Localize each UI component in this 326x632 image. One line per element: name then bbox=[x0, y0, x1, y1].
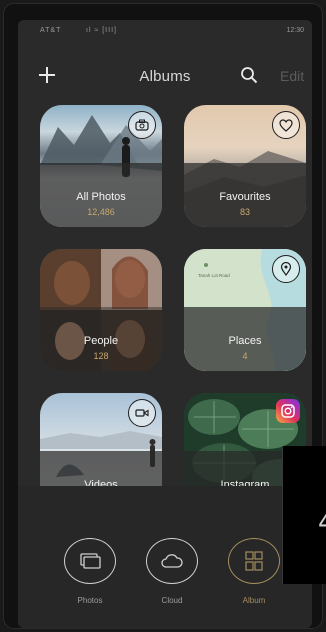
app-screen: AT&T ıl ≈ [III] 12:30 Albums Edit All Ph… bbox=[18, 20, 312, 628]
tab-photos[interactable]: Photos bbox=[62, 538, 118, 618]
album-label: Favourites bbox=[219, 191, 271, 203]
album-grid-icon bbox=[228, 538, 280, 584]
album-count: 128 bbox=[93, 351, 109, 361]
video-camera-icon bbox=[128, 399, 156, 427]
tab-label: Photos bbox=[77, 596, 103, 605]
cloud-icon bbox=[146, 538, 198, 584]
search-icon[interactable] bbox=[240, 66, 258, 84]
tab-album[interactable]: Album bbox=[226, 538, 282, 618]
camera-icon bbox=[128, 111, 156, 139]
instagram-icon bbox=[276, 399, 300, 423]
carrier-label: AT&T bbox=[40, 27, 62, 34]
map-caption: Tanah Lot Road bbox=[198, 273, 230, 278]
tab-cloud[interactable]: Cloud bbox=[144, 538, 200, 618]
album-label: People bbox=[83, 335, 119, 347]
overlay-number: 4 bbox=[318, 508, 326, 538]
nav-bar: Albums Edit bbox=[18, 46, 312, 86]
tab-bar: Photos Cloud Album bbox=[18, 486, 312, 628]
album-people[interactable]: People 128 bbox=[40, 249, 162, 371]
status-bar: AT&T ıl ≈ [III] 12:30 bbox=[18, 20, 312, 42]
clock: 12:30 bbox=[286, 27, 304, 34]
album-count: 4 bbox=[242, 351, 248, 361]
photos-icon bbox=[64, 538, 116, 584]
album-count: 12,486 bbox=[87, 207, 115, 217]
album-all-photos[interactable]: All Photos 12,486 bbox=[40, 105, 162, 227]
album-label: Places bbox=[228, 335, 262, 347]
edit-button[interactable]: Edit bbox=[280, 68, 304, 84]
album-places[interactable]: Tanah Lot Road Places 4 bbox=[184, 249, 306, 371]
album-label: All Photos bbox=[76, 191, 126, 203]
heart-icon bbox=[272, 111, 300, 139]
album-favourites[interactable]: Favourites 83 bbox=[184, 105, 306, 227]
tab-label: Cloud bbox=[161, 596, 183, 605]
album-count: 83 bbox=[239, 207, 250, 217]
location-pin-icon bbox=[272, 255, 300, 283]
tab-label: Album bbox=[242, 596, 266, 605]
signal-indicators: ıl ≈ [III] bbox=[86, 27, 117, 34]
page-title: Albums bbox=[139, 68, 191, 85]
